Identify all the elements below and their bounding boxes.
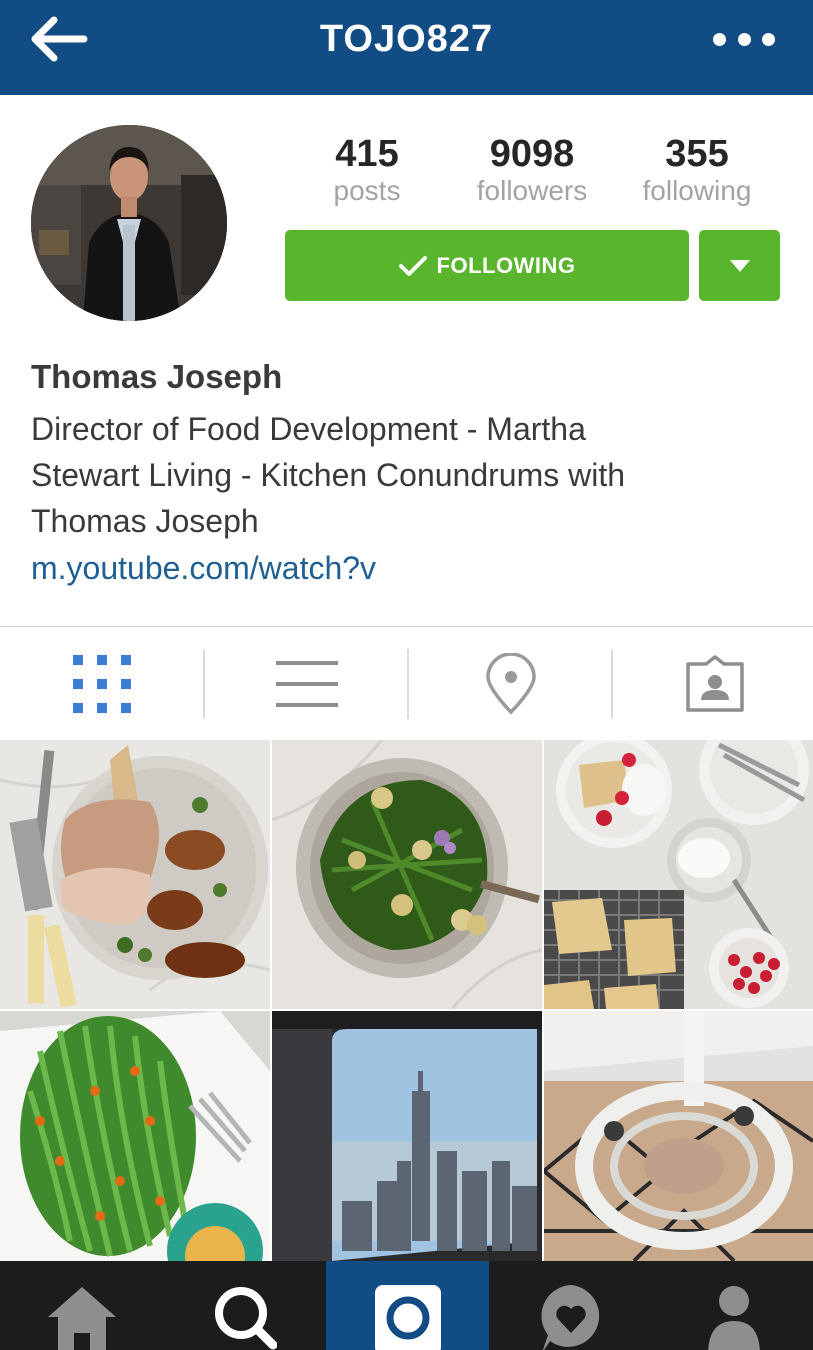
nav-home[interactable]: [0, 1261, 163, 1350]
stat-value: 9098: [489, 133, 575, 175]
more-options-button[interactable]: [713, 30, 775, 48]
following-count[interactable]: 355 following: [622, 132, 772, 206]
avatar[interactable]: [31, 125, 227, 321]
camera-icon: [374, 1285, 441, 1350]
tab-tagged-view[interactable]: [613, 627, 813, 741]
stat-value: 355: [665, 133, 729, 175]
stat-label: followers: [476, 175, 588, 206]
photo-grid: [0, 740, 813, 1261]
photo-skyline: [272, 1011, 542, 1261]
tagged-photos-icon: [685, 655, 744, 712]
photo-thumbnail[interactable]: [272, 740, 542, 1009]
bottom-navigation-bar: [0, 1261, 813, 1350]
home-icon: [47, 1287, 116, 1350]
list-icon: [275, 661, 338, 707]
bio-line: Director of Food Development - Martha: [31, 411, 586, 447]
search-icon: [214, 1287, 277, 1350]
posts-count[interactable]: 415 posts: [292, 132, 442, 206]
profile-icon: [707, 1286, 760, 1350]
following-button-label: FOLLOWING: [436, 252, 576, 278]
location-pin-icon: [485, 653, 536, 715]
checkmark-icon: [398, 255, 427, 276]
photo-asparagus: [0, 1011, 270, 1261]
photo-thumbnail[interactable]: [544, 1011, 813, 1261]
profile-view-tabs: [0, 626, 813, 740]
nav-search[interactable]: [163, 1261, 326, 1350]
bio-line: Thomas Joseph: [31, 503, 259, 539]
photo-bean-salad: [272, 740, 542, 1009]
suggestions-dropdown-button[interactable]: [699, 230, 780, 301]
more-dot: [762, 32, 775, 46]
photo-roast-pork: [0, 740, 270, 1009]
photo-thumbnail[interactable]: [0, 1011, 270, 1261]
profile-website-link[interactable]: m.youtube.com/watch?v: [31, 550, 376, 587]
nav-camera[interactable]: [326, 1261, 489, 1350]
nav-profile[interactable]: [652, 1261, 813, 1350]
photo-thumbnail[interactable]: [0, 740, 270, 1009]
photo-staircase: [544, 1011, 813, 1261]
profile-stats: 415 posts 9098 followers 355 following: [305, 132, 785, 212]
profile-bio: Director of Food Development - Martha St…: [31, 406, 791, 544]
profile-name: Thomas Joseph: [31, 358, 283, 395]
photo-scones: [544, 740, 813, 1009]
following-button[interactable]: FOLLOWING: [285, 230, 689, 301]
photo-thumbnail[interactable]: [544, 740, 813, 1009]
followers-count[interactable]: 9098 followers: [457, 132, 607, 206]
tab-grid-view[interactable]: [0, 627, 203, 741]
more-dot: [737, 32, 751, 46]
photo-thumbnail[interactable]: [272, 1011, 542, 1261]
tab-list-view[interactable]: [205, 627, 408, 741]
username-title: TOJO827: [319, 18, 494, 60]
activity-heart-icon: [541, 1285, 599, 1350]
caret-down-icon: [729, 259, 750, 272]
top-bar: TOJO827: [0, 0, 813, 95]
more-dots-icon: [713, 32, 726, 46]
stat-label: following: [642, 175, 752, 206]
tab-map-view[interactable]: [409, 627, 612, 741]
avatar-image: [31, 125, 227, 321]
nav-activity[interactable]: [489, 1261, 652, 1350]
stat-label: posts: [333, 175, 401, 206]
grid-icon: [72, 655, 131, 713]
bio-line: Stewart Living - Kitchen Conundrums with: [31, 457, 626, 493]
stat-value: 415: [335, 133, 399, 175]
